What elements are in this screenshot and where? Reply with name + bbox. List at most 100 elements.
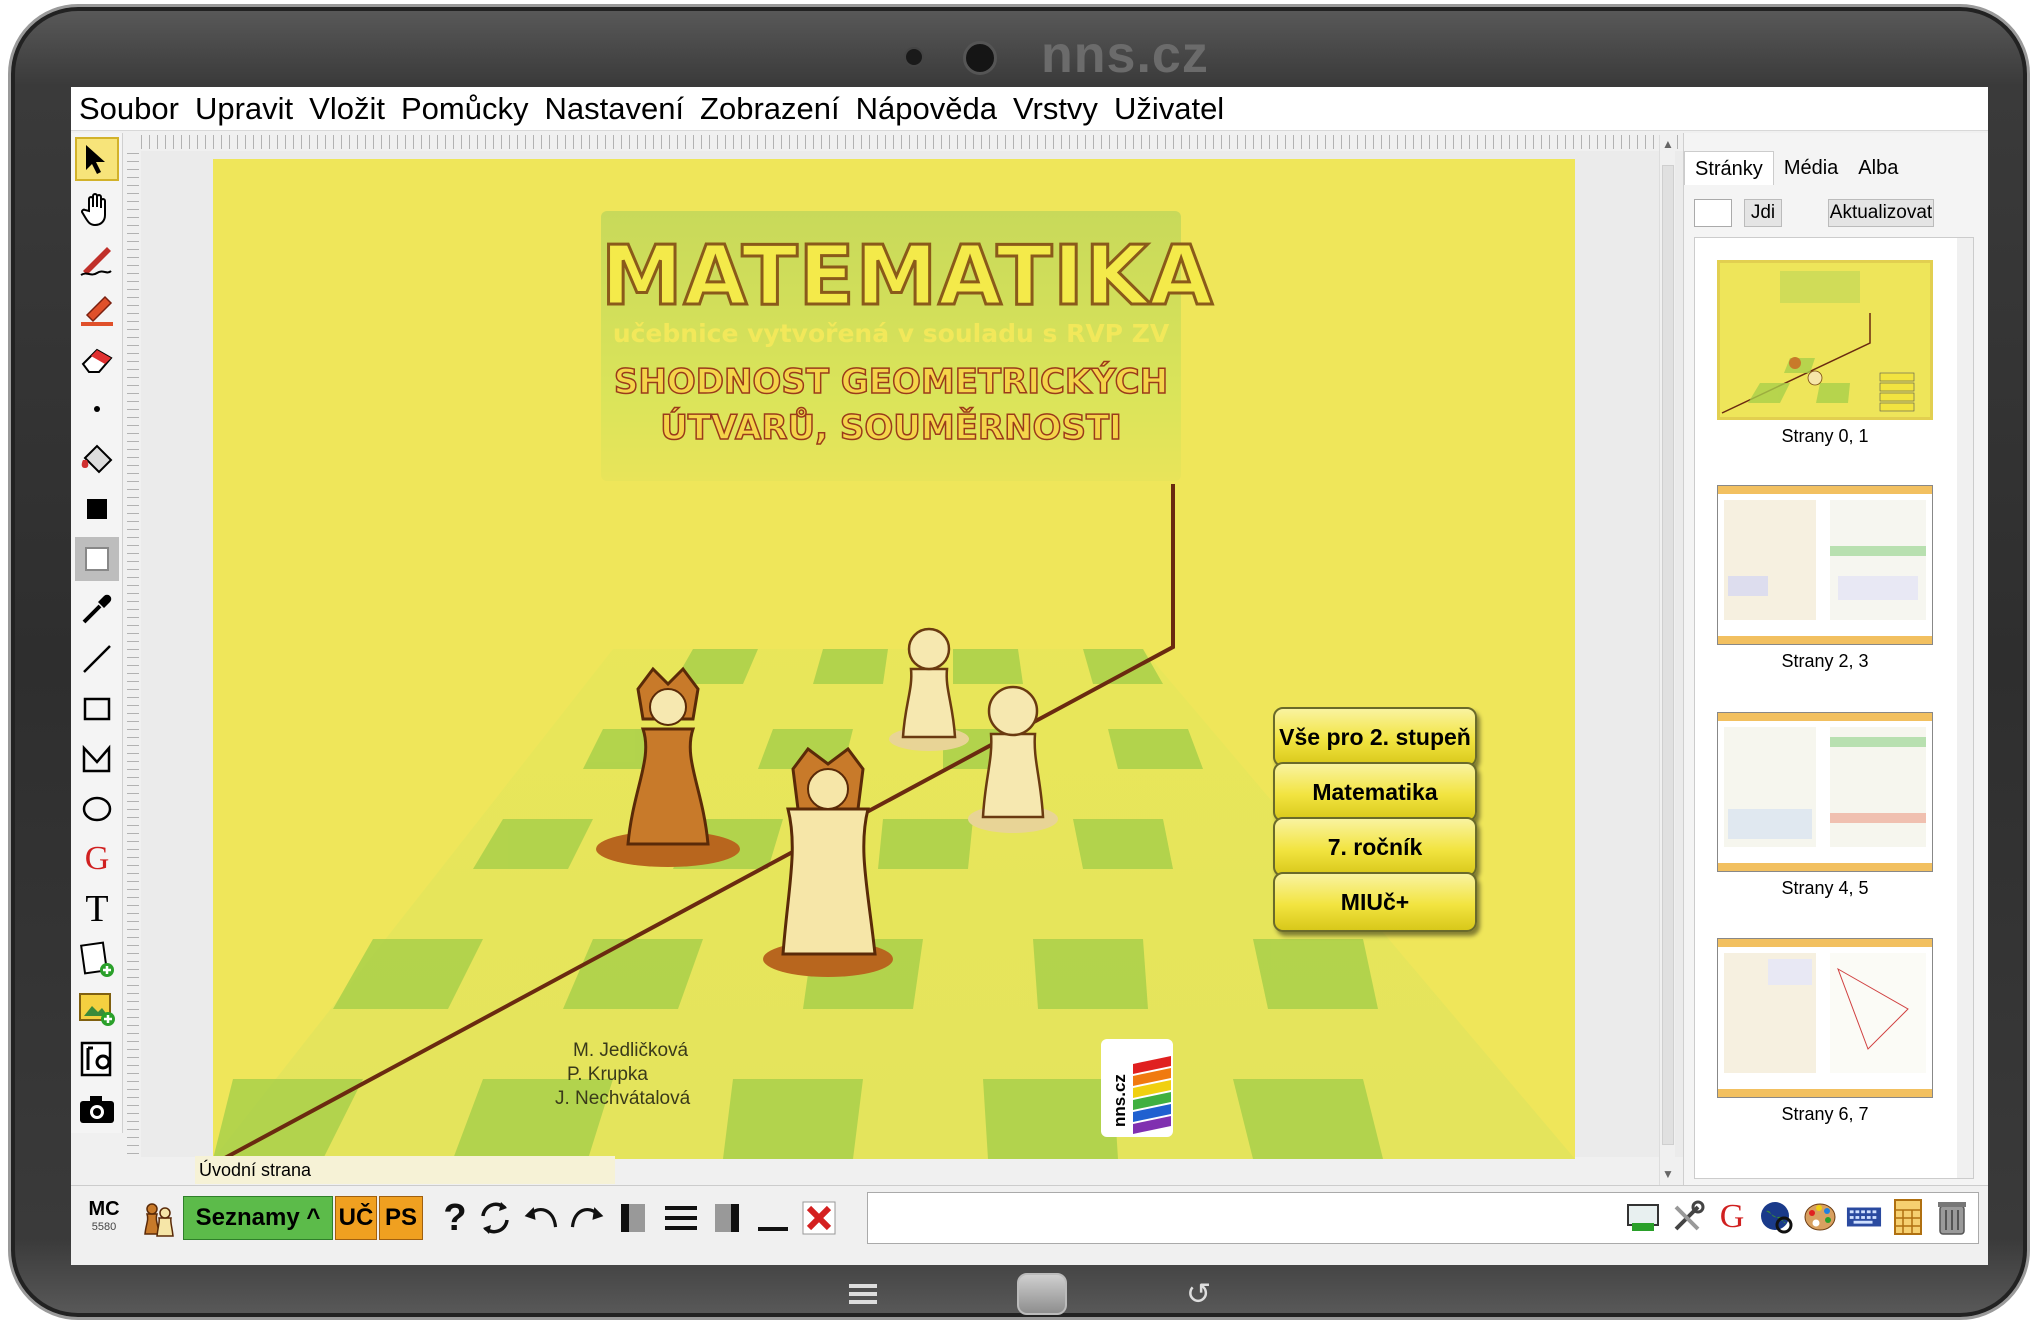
seznamy-button[interactable]: Seznamy ^ <box>183 1196 333 1240</box>
tab-media[interactable]: Média <box>1774 151 1848 185</box>
app-screen: Soubor Upravit Vložit Pomůcky Nastavení … <box>71 87 1988 1265</box>
hardware-back-button[interactable]: ↺ <box>1186 1277 1211 1312</box>
refresh-icon[interactable] <box>475 1196 515 1240</box>
geogebra-icon[interactable]: G <box>75 837 119 881</box>
button-vse-pro-2-stupen[interactable]: Vše pro 2. stupeň <box>1273 707 1477 767</box>
nns-logo: nns.cz <box>1101 1039 1173 1137</box>
menu-zobrazeni[interactable]: Zobrazení <box>700 91 840 127</box>
hardware-home-button[interactable] <box>1017 1273 1067 1315</box>
calculator-icon[interactable] <box>1890 1197 1926 1237</box>
chess-figures-icon[interactable] <box>137 1196 177 1240</box>
tools-icon[interactable] <box>1670 1197 1706 1237</box>
author: M. Jedličková <box>573 1040 689 1061</box>
svg-text:nns.cz: nns.cz <box>1110 1074 1129 1127</box>
menu-upravit[interactable]: Upravit <box>195 91 293 127</box>
dot-icon[interactable] <box>75 387 119 431</box>
drawing-canvas[interactable]: MATEMATIKA učebnice vytvořená v souladu … <box>141 151 1716 1159</box>
page-name-label: Úvodní strana <box>195 1156 615 1184</box>
authors-list: M. Jedličková P. Krupka J. Nechvátalová <box>555 1039 690 1111</box>
text-icon[interactable]: T <box>75 887 119 931</box>
menu-pomucky[interactable]: Pomůcky <box>401 91 528 127</box>
button-miuc-plus[interactable]: MIUč+ <box>1273 872 1477 932</box>
hand-icon[interactable] <box>75 187 119 231</box>
thumbnail-caption: Strany 6, 7 <box>1781 1104 1869 1124</box>
redo-icon[interactable] <box>567 1196 607 1240</box>
help-button[interactable]: ? <box>435 1196 475 1240</box>
book-title: MATEMATIKA <box>600 228 1215 326</box>
show-right-panel-icon[interactable] <box>707 1196 747 1240</box>
highlighter-icon[interactable] <box>75 287 119 331</box>
book-topic-line2: ÚTVARŮ, SOUMĚRNOSTI <box>659 407 1122 449</box>
hardware-menu-button[interactable] <box>849 1284 877 1304</box>
menu-nastaveni[interactable]: Nastavení <box>544 91 684 127</box>
outline-color-icon[interactable] <box>75 537 119 581</box>
menu-vlozit[interactable]: Vložit <box>309 91 385 127</box>
thumbnail-item[interactable]: Strany 2, 3 <box>1717 485 1933 672</box>
fill-bucket-icon[interactable] <box>75 437 119 481</box>
insert-image-icon[interactable] <box>75 987 119 1031</box>
thumbnail-image <box>1717 260 1933 420</box>
line-icon[interactable] <box>75 637 119 681</box>
thumbnail-item[interactable]: Strany 6, 7 <box>1717 938 1933 1125</box>
close-icon[interactable] <box>799 1196 839 1240</box>
thumbnail-item[interactable]: Strany 4, 5 <box>1717 712 1933 899</box>
polygon-icon[interactable] <box>75 737 119 781</box>
fill-color-icon[interactable] <box>75 487 119 531</box>
book-topic-line1: SHODNOST GEOMETRICKÝCH <box>613 361 1169 403</box>
trash-icon[interactable] <box>1934 1197 1970 1237</box>
globe-icon[interactable] <box>1758 1197 1794 1237</box>
button-matematika[interactable]: Matematika <box>1273 762 1477 822</box>
canvas-scrollbar[interactable]: ▲ ▼ <box>1659 135 1675 1185</box>
thumbnail-image <box>1717 485 1933 645</box>
keyboard-icon[interactable] <box>1846 1197 1882 1237</box>
screen-capture-icon[interactable] <box>75 1037 119 1081</box>
uc-button[interactable]: UČ <box>335 1196 377 1240</box>
palette-icon[interactable] <box>1802 1197 1838 1237</box>
ps-button[interactable]: PS <box>379 1196 423 1240</box>
book-subtitle: učebnice vytvořená v souladu s RVP ZV <box>612 319 1170 348</box>
menu-lines-icon[interactable] <box>661 1196 701 1240</box>
scroll-thumb[interactable] <box>1662 165 1674 1145</box>
mc-number: 5580 <box>91 1221 117 1233</box>
scroll-up-icon[interactable]: ▲ <box>1662 137 1674 151</box>
refresh-button[interactable]: Aktualizovat <box>1828 199 1934 227</box>
tab-stranky[interactable]: Stránky <box>1684 151 1774 185</box>
select-arrow-icon[interactable] <box>75 137 119 181</box>
tab-alba[interactable]: Alba <box>1848 151 1908 185</box>
scroll-down-icon[interactable]: ▼ <box>1662 1167 1674 1181</box>
menu-napoveda[interactable]: Nápověda <box>856 91 997 127</box>
book-topic: SHODNOST GEOMETRICKÝCH ÚTVARŮ, SOUMĚRNOS… <box>601 359 1181 451</box>
mc-label: MC <box>88 1198 120 1220</box>
eyedropper-icon[interactable] <box>75 587 119 631</box>
button-7-rocnik[interactable]: 7. ročník <box>1273 817 1477 877</box>
ellipse-icon[interactable] <box>75 787 119 831</box>
author: J. Nechvátalová <box>555 1088 691 1109</box>
screen-keyboard-icon[interactable] <box>1626 1197 1662 1237</box>
show-left-panel-icon[interactable] <box>613 1196 653 1240</box>
menu-soubor[interactable]: Soubor <box>79 91 179 127</box>
thumbnail-caption: Strany 4, 5 <box>1781 878 1869 898</box>
menu-vrstvy[interactable]: Vrstvy <box>1013 91 1098 127</box>
cover-page: MATEMATIKA učebnice vytvořená v souladu … <box>213 159 1575 1159</box>
command-input[interactable]: G <box>867 1192 1979 1244</box>
horizontal-ruler <box>141 135 1716 149</box>
camera-icon[interactable] <box>75 1087 119 1131</box>
bottom-toolbar: MC 5580 Seznamy ^ UČ PS ? G <box>71 1185 1988 1247</box>
device-brand: nns.cz <box>1041 26 1209 84</box>
thumbnail-item[interactable]: Strany 0, 1 <box>1717 260 1933 447</box>
minimize-icon[interactable] <box>753 1196 793 1240</box>
menu-bar: Soubor Upravit Vložit Pomůcky Nastavení … <box>71 87 1988 131</box>
undo-icon[interactable] <box>521 1196 561 1240</box>
pen-icon[interactable] <box>75 237 119 281</box>
camera-lens-icon <box>963 41 997 75</box>
mc-indicator[interactable]: MC 5580 <box>85 1198 123 1242</box>
geogebra-icon[interactable]: G <box>1714 1197 1750 1237</box>
eraser-icon[interactable] <box>75 337 119 381</box>
thumbnails-scrollbar[interactable] <box>1957 238 1973 1178</box>
go-button[interactable]: Jdi <box>1744 199 1782 227</box>
page-number-input[interactable] <box>1694 199 1732 227</box>
rectangle-icon[interactable] <box>75 687 119 731</box>
menu-uzivatel[interactable]: Uživatel <box>1114 91 1224 127</box>
side-panel-tabs: Stránky Média Alba <box>1684 151 1908 185</box>
add-page-icon[interactable] <box>75 937 119 981</box>
